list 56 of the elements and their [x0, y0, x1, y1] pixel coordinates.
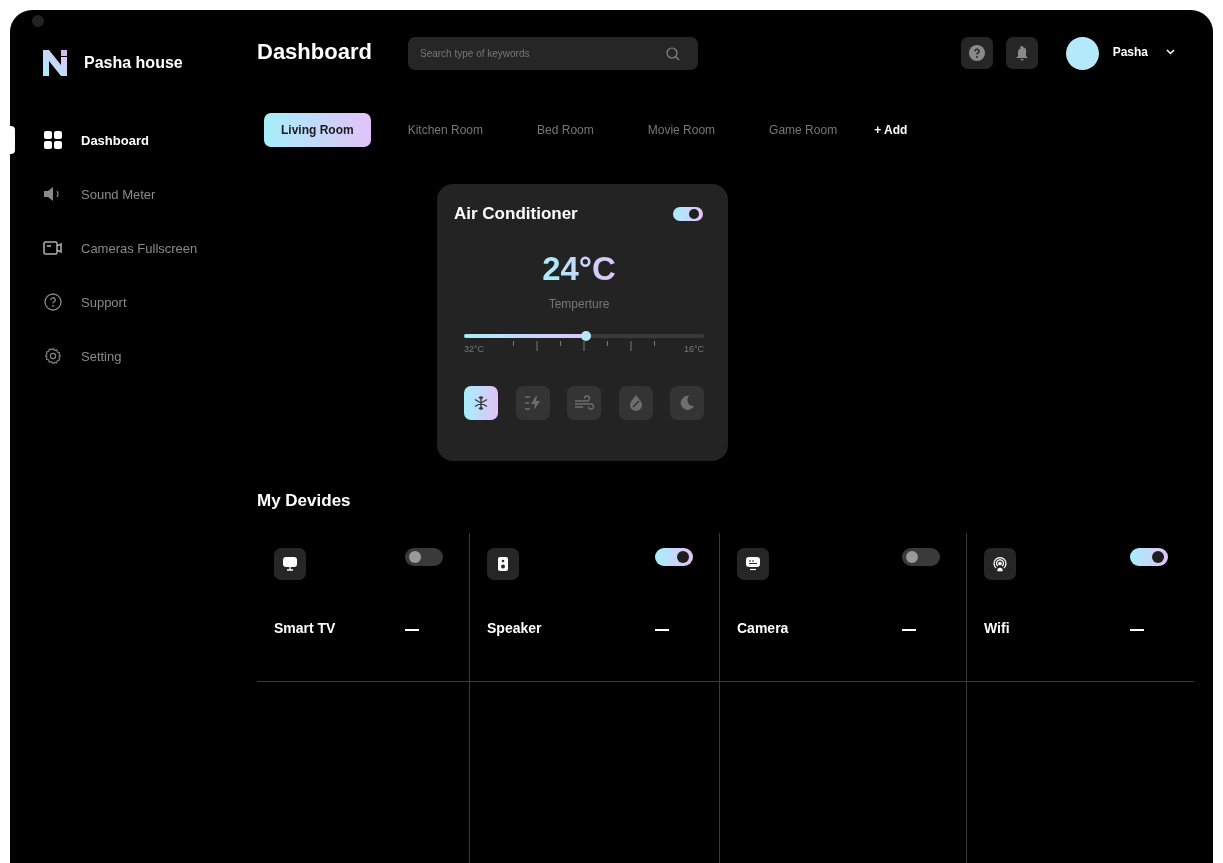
notification-button[interactable]: [1005, 37, 1038, 69]
speaker-icon: [498, 557, 508, 571]
max-label: 16°C: [683, 344, 704, 354]
broadcast-icon: [992, 556, 1008, 572]
mode-button[interactable]: [464, 386, 498, 420]
section-title: My Devides: [257, 491, 352, 511]
moon-icon: [679, 395, 695, 411]
lightning-icon: [523, 395, 542, 411]
sidebar-item[interactable]: Cameras Fullscreen: [10, 221, 257, 275]
screen-icon: [746, 557, 760, 571]
room-tab[interactable]: Game Room: [752, 113, 855, 147]
droplet-icon: [628, 395, 643, 411]
toggle-switch[interactable]: [1130, 548, 1168, 566]
user-name: Pasha: [1112, 45, 1148, 59]
help-button[interactable]: [960, 37, 993, 69]
sidebar-item[interactable]: Support: [10, 275, 257, 329]
logo-icon: [43, 49, 67, 77]
monitor-icon: [283, 557, 297, 571]
device-name: Wifi: [984, 620, 1011, 636]
toggle-switch[interactable]: [655, 548, 693, 566]
help-icon: [44, 293, 62, 311]
user-avatar[interactable]: [1065, 36, 1099, 70]
room-tab[interactable]: Kitchen Room: [390, 113, 501, 147]
bell-icon: [1015, 45, 1028, 61]
snowflake-icon: [473, 395, 489, 411]
toggle-switch[interactable]: [405, 548, 443, 566]
settings-icon: [44, 347, 62, 365]
camera-dot: [32, 15, 44, 27]
sidebar-item[interactable]: Sound Meter: [10, 167, 257, 221]
sidebar-item[interactable]: Setting: [10, 329, 257, 383]
card-title: Air Conditioner: [454, 204, 578, 224]
grid-icon: [44, 131, 62, 149]
temperature-caption: Temperture: [547, 297, 611, 311]
room-tab[interactable]: Bed Room: [520, 113, 611, 147]
search-icon: [666, 46, 680, 61]
page-title: Dashboard: [257, 38, 373, 65]
min-label: 32°C: [464, 344, 485, 354]
room-tab[interactable]: Movie Room: [630, 113, 733, 147]
device-name: Speaker: [487, 620, 543, 636]
add-room-link[interactable]: + Add: [874, 123, 908, 137]
sidebar-item[interactable]: Dashboard: [10, 113, 257, 167]
brand-name: Pasha house: [84, 54, 183, 72]
search-field[interactable]: Search type of keywords: [408, 36, 698, 70]
video-camera-icon: [43, 241, 63, 255]
room-tab[interactable]: Living Room: [264, 113, 371, 147]
speaker-icon: [44, 187, 62, 201]
toggle-switch[interactable]: [673, 207, 703, 221]
wind-icon: [574, 395, 594, 411]
help-icon: [968, 45, 985, 61]
slider-thumb[interactable]: [581, 331, 592, 341]
active-indicator: [10, 126, 15, 154]
toggle-switch[interactable]: [902, 548, 940, 566]
temperature-slider[interactable]: [464, 334, 704, 338]
chevron-down-icon[interactable]: [1166, 49, 1175, 55]
device-name: Camera: [737, 620, 790, 636]
device-name: Smart TV: [274, 620, 337, 636]
